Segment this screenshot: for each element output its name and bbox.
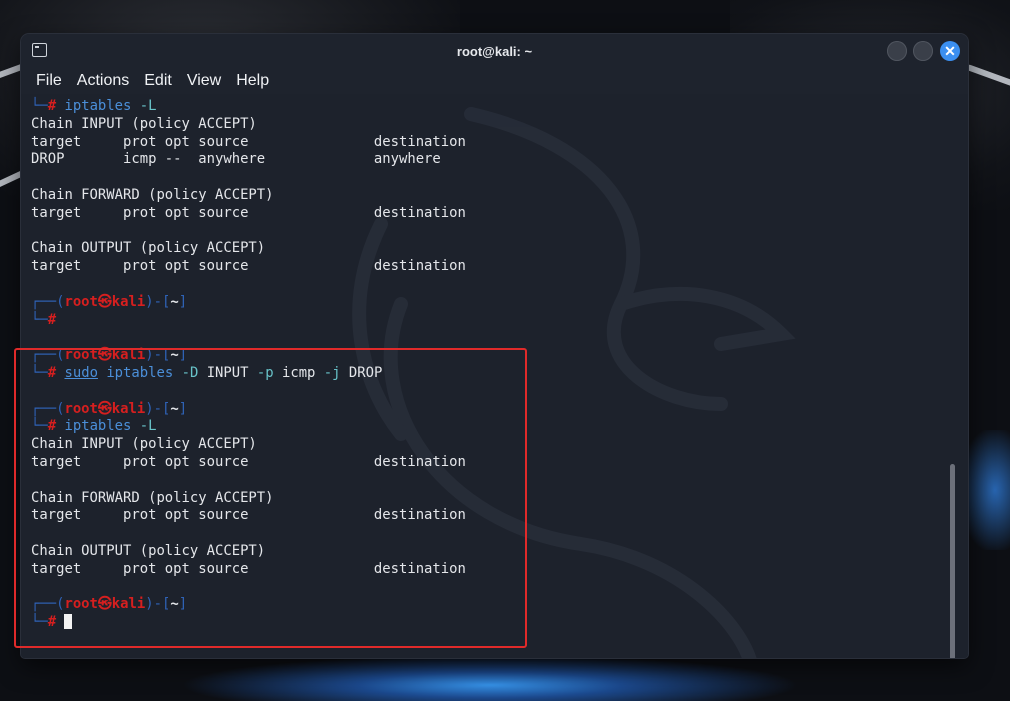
title-bar[interactable]: root@kali: ~ ✕ bbox=[21, 34, 968, 68]
menu-bar: File Actions Edit View Help bbox=[21, 68, 968, 94]
output-line: target prot opt source destination bbox=[31, 258, 466, 275]
menu-file[interactable]: File bbox=[36, 72, 62, 90]
prompt-line: ┌──(root㉿kali)-[~] bbox=[31, 347, 188, 364]
maximize-icon[interactable] bbox=[913, 41, 933, 61]
minimize-icon[interactable] bbox=[887, 41, 907, 61]
prompt-line: ┌──(root㉿kali)-[~] bbox=[31, 596, 188, 613]
output-line: target prot opt source destination bbox=[31, 133, 466, 150]
output-line: Chain INPUT (policy ACCEPT) bbox=[31, 436, 257, 453]
command-line: └─# iptables -L bbox=[31, 98, 157, 114]
menu-help[interactable]: Help bbox=[236, 72, 269, 90]
output-line: Chain OUTPUT (policy ACCEPT) bbox=[31, 542, 266, 559]
window-title: root@kali: ~ bbox=[456, 43, 533, 59]
output-line: Chain FORWARD (policy ACCEPT) bbox=[31, 186, 274, 203]
output-line: DROP icmp -- anywhere anywhere bbox=[31, 151, 441, 168]
terminal-window[interactable]: root@kali: ~ ✕ File Actions Edit View He… bbox=[21, 34, 968, 658]
menu-edit[interactable]: Edit bbox=[144, 72, 172, 90]
command-line: └─# iptables -L bbox=[31, 418, 157, 435]
close-icon[interactable]: ✕ bbox=[940, 41, 960, 61]
terminal-icon bbox=[32, 43, 47, 57]
command-line: └─# sudo iptables -D INPUT -p icmp -j DR… bbox=[31, 364, 383, 381]
output-line: target prot opt source destination bbox=[31, 560, 466, 577]
terminal-lines: └─# iptables -L Chain INPUT (policy ACCEP… bbox=[31, 98, 466, 632]
output-line: Chain INPUT (policy ACCEPT) bbox=[31, 115, 257, 132]
prompt-line: ┌──(root㉿kali)-[~] bbox=[31, 400, 188, 417]
output-line: target prot opt source destination bbox=[31, 453, 466, 470]
command-line: └─# bbox=[31, 614, 466, 632]
output-line: target prot opt source destination bbox=[31, 204, 466, 221]
menu-view[interactable]: View bbox=[187, 72, 221, 90]
text-cursor bbox=[64, 614, 73, 630]
prompt-line: ┌──(root㉿kali)-[~] bbox=[31, 293, 188, 310]
output-line: target prot opt source destination bbox=[31, 507, 466, 524]
menu-actions[interactable]: Actions bbox=[77, 72, 129, 90]
terminal-output[interactable]: └─# iptables -L Chain INPUT (policy ACCEP… bbox=[21, 94, 968, 658]
command-line: └─# bbox=[31, 311, 57, 328]
output-line: Chain OUTPUT (policy ACCEPT) bbox=[31, 240, 266, 257]
scrollbar-thumb[interactable] bbox=[950, 464, 955, 658]
output-line: Chain FORWARD (policy ACCEPT) bbox=[31, 489, 274, 506]
